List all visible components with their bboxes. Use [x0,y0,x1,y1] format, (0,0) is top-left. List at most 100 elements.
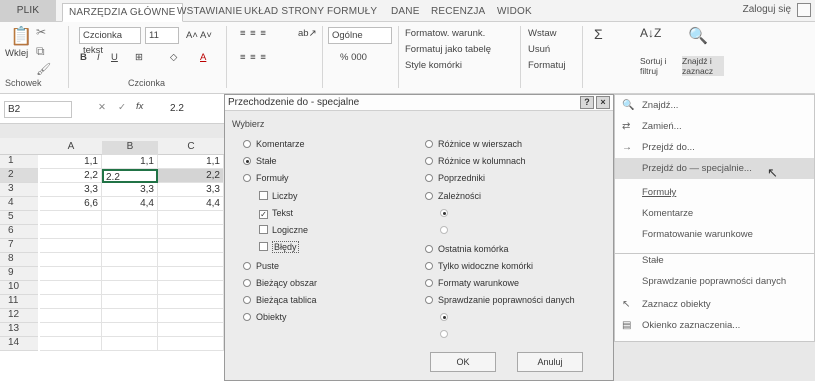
check-logicals[interactable]: Logiczne [259,225,308,235]
fill-color-icon[interactable]: ◇ [170,52,177,63]
cell-a9[interactable] [40,267,102,281]
binoculars-icon[interactable]: 🔍 [688,26,708,46]
menu-item-replace[interactable]: ⇄ Zamień... [615,116,814,137]
cell-a7[interactable] [40,239,102,253]
option-precedents[interactable]: Poprzedniki [425,173,485,183]
cell-b2[interactable]: 2.2 [102,169,158,183]
percent-icon[interactable]: % 000 [340,52,367,63]
cell-b5[interactable] [102,211,158,225]
font-name-select[interactable]: Czcionka tekst [79,27,141,56]
cell-b12[interactable] [102,309,158,323]
row-header[interactable]: 1 [0,155,38,169]
copy-icon[interactable]: ⧉ [36,44,45,59]
row-header[interactable]: 12 [0,309,38,323]
cell-c12[interactable] [158,309,224,323]
cell-b3[interactable]: 3,3 [102,183,158,197]
check-errors[interactable]: Błędy [259,241,299,253]
cell-b1[interactable]: 1,1 [102,155,158,169]
sign-in-link[interactable]: Zaloguj się [743,4,791,15]
option-dependents[interactable]: Zależności [425,191,481,201]
formula-value[interactable]: 2.2 [170,103,184,114]
cell-a5[interactable] [40,211,102,225]
tab-file[interactable]: PLIK [0,0,56,22]
row-header[interactable]: 3 [0,183,38,197]
row-header[interactable]: 5 [0,211,38,225]
cell-a10[interactable] [40,281,102,295]
close-button[interactable]: × [596,96,610,109]
menu-item-constants[interactable]: Stałe [615,250,814,271]
sort-filter-icon[interactable]: A↓Z [640,26,661,40]
cell-c10[interactable] [158,281,224,295]
cell-a12[interactable] [40,309,102,323]
insert-function-icon[interactable]: fx [136,101,143,112]
tab-data[interactable]: DANE [391,3,420,22]
cell-b13[interactable] [102,323,158,337]
format-as-table-button[interactable]: Formatuj jako tabelę [405,44,491,55]
menu-item-comments[interactable]: Komentarze [615,203,814,224]
cancel-entry-icon[interactable]: ✕ [98,102,106,113]
format-button[interactable]: Formatuj [528,60,565,71]
cell-c7[interactable] [158,239,224,253]
cell-b9[interactable] [102,267,158,281]
conditional-format-button[interactable]: Formatow. warunk. [405,28,485,39]
row-header[interactable]: 4 [0,197,38,211]
option-comments[interactable]: Komentarze [243,139,305,149]
cell-a4[interactable]: 6,6 [40,197,102,211]
cell-c3[interactable]: 3,3 [158,183,224,197]
cell-a6[interactable] [40,225,102,239]
cell-b8[interactable] [102,253,158,267]
cell-a3[interactable]: 3,3 [40,183,102,197]
font-size-select[interactable]: 11 [145,27,179,44]
orientation-icon[interactable]: ab↗ [298,28,317,39]
user-face-icon[interactable] [797,3,811,17]
tab-review[interactable]: RECENZJA [431,3,485,22]
paste-button[interactable]: Wklej [5,48,28,59]
borders-icon[interactable]: ⊞ [135,52,143,63]
menu-item-selection-pane[interactable]: ▤ Okienko zaznaczenia... [615,315,814,336]
option-formulas[interactable]: Formuły [243,173,289,183]
row-header[interactable]: 7 [0,239,38,253]
row-header[interactable]: 14 [0,337,38,351]
cell-c8[interactable] [158,253,224,267]
format-painter-icon[interactable]: 🖌 [36,62,51,76]
cell-b7[interactable] [102,239,158,253]
menu-item-conditional-formatting[interactable]: Formatowanie warunkowe [615,224,814,245]
help-button[interactable]: ? [580,96,594,109]
option-constants[interactable]: Stałe [243,156,277,166]
option-last-cell[interactable]: Ostatnia komórka [425,244,509,254]
cell-c2[interactable]: 2,2 [158,169,224,183]
check-text[interactable]: ✓ Tekst [259,208,293,219]
find-select-button[interactable]: Znajdź i zaznacz [682,56,724,76]
cell-a13[interactable] [40,323,102,337]
option-current-region[interactable]: Bieżący obszar [243,278,317,288]
column-header-a[interactable]: A [40,141,102,155]
row-header[interactable]: 2 [0,169,38,183]
option-conditional-formats[interactable]: Formaty warunkowe [425,278,519,288]
option-data-validation[interactable]: Sprawdzanie poprawności danych [425,295,575,305]
menu-item-go-to[interactable]: → Przejdź do... [615,137,814,158]
cell-c11[interactable] [158,295,224,309]
italic-icon[interactable]: I [97,52,100,63]
option-row-differences[interactable]: Różnice w wierszach [425,139,522,149]
autosum-icon[interactable]: Σ [594,26,603,42]
row-header[interactable]: 13 [0,323,38,337]
column-header-c[interactable]: C [158,141,224,155]
number-format-select[interactable]: Ogólne [328,27,392,44]
menu-item-formulas[interactable]: Formuły [615,182,814,203]
tab-insert[interactable]: WSTAWIANIE [177,3,242,22]
insert-button[interactable]: Wstaw [528,28,557,39]
option-objects[interactable]: Obiekty [243,312,287,322]
ok-button[interactable]: OK [430,352,496,372]
tab-view[interactable]: WIDOK [497,3,532,22]
sort-filter-button[interactable]: Sortuj i filtruj [640,56,676,76]
cell-styles-button[interactable]: Style komórki [405,60,462,71]
cell-a14[interactable] [40,337,102,351]
row-header[interactable]: 6 [0,225,38,239]
menu-item-go-to-special[interactable]: Przejdź do — specjalnie... ↖ [615,158,814,180]
check-numbers[interactable]: Liczby [259,191,298,201]
font-color-icon[interactable]: A [200,52,206,63]
cell-a2[interactable]: 2,2 [40,169,102,183]
menu-item-data-validation[interactable]: Sprawdzanie poprawności danych [615,271,814,292]
row-header[interactable]: 11 [0,295,38,309]
cell-c4[interactable]: 4,4 [158,197,224,211]
